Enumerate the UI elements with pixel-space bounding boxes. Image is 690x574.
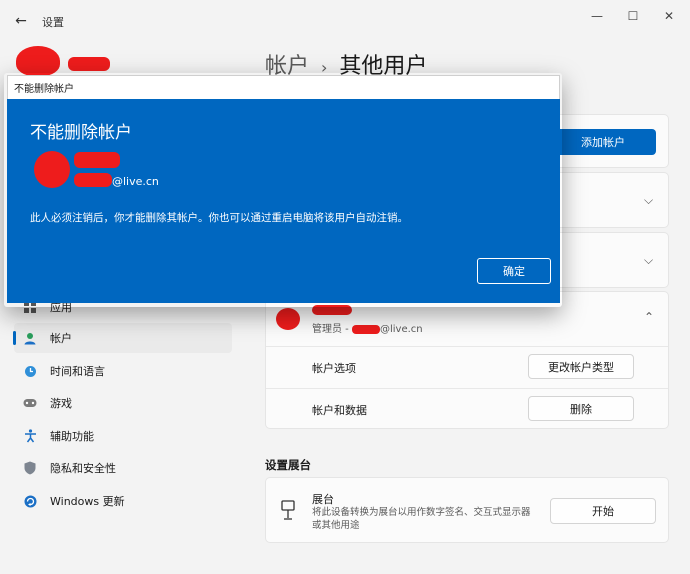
user-role-email: 管理员 - @live.cn [312,320,423,335]
avatar [16,46,60,76]
kiosk-description: 将此设备转换为展台以用作数字签名、交互式显示器或其他用途 [312,507,531,531]
sidebar-item-time-language[interactable]: 时间和语言 [14,356,232,386]
sidebar-item-accounts[interactable]: 帐户 [13,323,232,353]
kiosk-start-button[interactable]: 开始 [550,498,656,524]
app-title: 设置 [42,16,64,29]
dialog-window-title: 不能删除帐户 [14,84,74,95]
active-indicator [13,331,16,345]
windows-update-icon [22,493,38,509]
dialog-heading: 不能删除帐户 [30,123,132,143]
maximize-icon[interactable]: ☐ [616,6,650,26]
change-account-type-button[interactable]: 更改帐户类型 [528,354,634,379]
chevron-up-icon[interactable]: ⌃ [644,310,654,324]
dialog-title-bar: 不能删除帐户 [7,75,560,99]
title-bar: ← 设置 — ☐ ✕ [0,0,690,40]
dialog-name-redacted [74,152,120,168]
kiosk-title: 展台 [312,493,334,506]
user-avatar-redacted [276,308,300,330]
dialog-email-redacted [74,173,112,187]
sidebar-item-label: 帐户 [50,332,72,345]
shield-icon [22,460,38,476]
sidebar-item-windows-update[interactable]: Windows 更新 [14,486,232,516]
delete-account-button[interactable]: 删除 [528,396,634,421]
accessibility-icon [22,428,38,444]
dialog-message: 此人必须注销后，你才能删除其帐户。你也可以通过重启电脑将该用户自动注销。 [30,212,408,224]
sidebar-item-accessibility[interactable]: 辅助功能 [14,421,232,451]
sidebar-item-label: Windows 更新 [50,495,125,508]
gamepad-icon [22,395,38,411]
email-redacted [351,324,380,334]
kiosk-icon [280,500,296,520]
sidebar-item-label: 时间和语言 [50,365,105,378]
divider [266,346,668,347]
divider [266,388,668,389]
close-icon[interactable]: ✕ [652,6,686,26]
sidebar-item-label: 游戏 [50,397,72,410]
user-email-domain: @live.cn [379,324,423,335]
minimize-icon[interactable]: — [580,6,614,26]
sidebar-item-privacy[interactable]: 隐私和安全性 [14,453,232,483]
account-options-label: 帐户选项 [312,362,356,375]
kiosk-section-heading: 设置展台 [265,458,311,472]
add-account-button[interactable]: 添加帐户 [550,129,656,155]
sidebar-item-label: 辅助功能 [50,430,94,443]
chevron-down-icon: ⌵ [644,193,654,207]
chevron-down-icon: ⌵ [644,253,654,267]
sidebar-item-label: 隐私和安全性 [50,462,116,475]
back-arrow-icon[interactable]: ← [10,10,32,32]
dialog-ok-button[interactable]: 确定 [477,258,551,284]
account-icon [22,330,38,346]
user-name-redacted [68,57,110,71]
dialog-email-domain: @live.cn [112,175,159,188]
dialog-avatar-redacted [34,151,70,188]
globe-clock-icon [22,363,38,379]
account-data-label: 帐户和数据 [312,404,367,417]
user-role: 管理员 - [312,324,352,335]
sidebar-item-gaming[interactable]: 游戏 [14,388,232,418]
